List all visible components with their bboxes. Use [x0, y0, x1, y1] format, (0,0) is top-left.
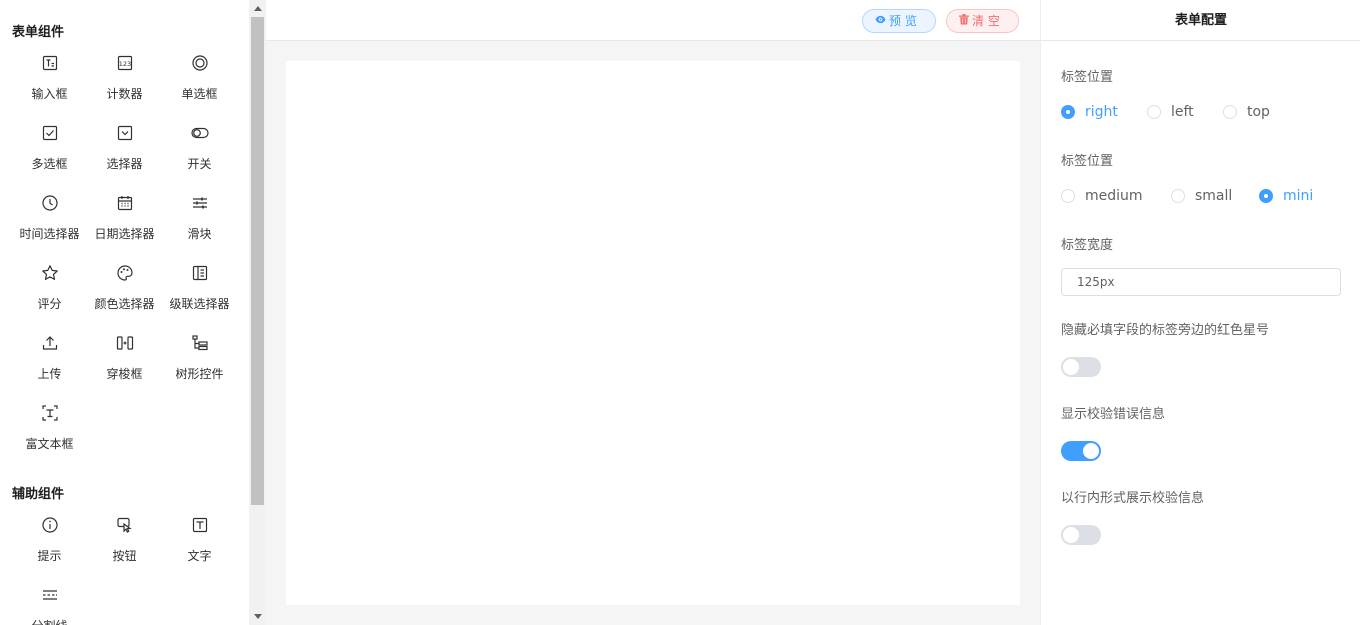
- widget-rich-text[interactable]: 富文本框: [12, 404, 87, 470]
- design-area: 预 览 清 空: [266, 0, 1040, 625]
- inline-error-title: 以行内形式展示校验信息: [1061, 491, 1205, 506]
- radio-circle: [1223, 105, 1237, 119]
- config-panel-title: 表单配置: [1041, 0, 1360, 41]
- switch-icon: [190, 124, 209, 142]
- divider-icon: [41, 586, 59, 604]
- component-sidebar: 表单组件 输入框 123 计数器 单选框 多选框 选择器 开关 时间选择器 日期…: [0, 0, 249, 625]
- form-canvas[interactable]: [286, 61, 1020, 605]
- eye-icon: [875, 10, 886, 32]
- cascader-icon: [191, 264, 209, 282]
- form-designer: 表单组件 输入框 123 计数器 单选框 多选框 选择器 开关 时间选择器 日期…: [0, 0, 1360, 625]
- svg-text:123: 123: [118, 60, 130, 68]
- radio-circle: [1147, 105, 1161, 119]
- widget-slider[interactable]: 滑块: [162, 194, 237, 260]
- trash-icon: [959, 10, 969, 32]
- widget-switch[interactable]: 开关: [162, 124, 237, 190]
- label-width-title: 标签宽度: [1061, 238, 1114, 253]
- clear-label: 清 空: [972, 14, 1000, 28]
- widget-rate[interactable]: 评分: [12, 264, 87, 330]
- widget-input[interactable]: 输入框: [12, 54, 87, 120]
- form-group-title: 表单组件: [12, 25, 65, 40]
- hide-required-switch[interactable]: [1061, 357, 1101, 377]
- preview-label: 预 览: [889, 14, 917, 28]
- info-icon: [41, 516, 59, 534]
- label-width-input[interactable]: [1061, 268, 1341, 296]
- helper-group-title: 辅助组件: [12, 487, 65, 502]
- radio-icon: [191, 54, 209, 72]
- palette-icon: [116, 264, 134, 282]
- show-error-title: 显示校验错误信息: [1061, 407, 1166, 422]
- widget-transfer[interactable]: 穿梭框: [87, 334, 162, 400]
- clock-icon: [41, 194, 59, 212]
- hide-required-title: 隐藏必填字段的标签旁边的红色星号: [1061, 323, 1270, 338]
- sidebar-scrollbar[interactable]: [249, 0, 266, 625]
- widget-upload[interactable]: 上传: [12, 334, 87, 400]
- widget-color-picker[interactable]: 颜色选择器: [87, 264, 162, 330]
- tree-icon: [191, 334, 209, 352]
- input-icon: [41, 54, 59, 72]
- show-error-switch[interactable]: [1061, 441, 1101, 461]
- widget-radio[interactable]: 单选框: [162, 54, 237, 120]
- radio-circle: [1259, 189, 1273, 203]
- calendar-icon: [116, 194, 134, 212]
- star-icon: [41, 264, 59, 282]
- radio-circle: [1061, 189, 1075, 203]
- counter-icon: 123: [116, 54, 134, 72]
- widget-text[interactable]: 文字: [162, 516, 237, 582]
- scroll-thumb[interactable]: [251, 17, 264, 505]
- widget-cascader[interactable]: 级联选择器: [162, 264, 237, 330]
- inline-error-switch[interactable]: [1061, 525, 1101, 545]
- preview-button[interactable]: 预 览: [862, 9, 936, 33]
- size-title: 标签位置: [1061, 154, 1114, 169]
- slider-icon: [191, 194, 209, 212]
- text-icon: [191, 516, 209, 534]
- widget-tree[interactable]: 树形控件: [162, 334, 237, 400]
- widget-button[interactable]: 按钮: [87, 516, 162, 582]
- transfer-icon: [116, 334, 134, 352]
- widget-time-picker[interactable]: 时间选择器: [12, 194, 87, 260]
- widget-info[interactable]: 提示: [12, 516, 87, 582]
- upload-icon: [41, 334, 59, 352]
- widget-checkbox[interactable]: 多选框: [12, 124, 87, 190]
- config-panel: 表单配置 标签位置 right left top 标签位置 medium sma…: [1040, 0, 1360, 625]
- widget-divider[interactable]: 分割线: [12, 586, 87, 625]
- radio-circle: [1061, 105, 1075, 119]
- toolbar: 预 览 清 空: [266, 0, 1040, 41]
- checkbox-icon: [41, 124, 59, 142]
- label-position-title: 标签位置: [1061, 70, 1114, 85]
- scroll-down-arrow-icon[interactable]: [249, 608, 266, 625]
- widget-counter[interactable]: 123 计数器: [87, 54, 162, 120]
- widget-select[interactable]: 选择器: [87, 124, 162, 190]
- widget-date-picker[interactable]: 日期选择器: [87, 194, 162, 260]
- scroll-up-arrow-icon[interactable]: [249, 0, 266, 17]
- radio-circle: [1171, 189, 1185, 203]
- button-icon: [116, 516, 134, 534]
- clear-button[interactable]: 清 空: [946, 9, 1019, 33]
- select-icon: [116, 124, 134, 142]
- rich-text-icon: [41, 404, 59, 422]
